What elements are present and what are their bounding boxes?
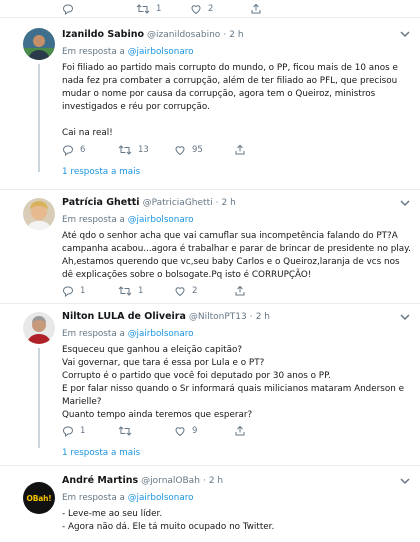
tweet[interactable]: Izanildo Sabino @izanildosabino · 2 h Em… [0, 18, 420, 190]
chevron-down-icon[interactable] [400, 30, 410, 38]
author-name[interactable]: Patrícia Ghetti [62, 197, 140, 208]
author-handle[interactable]: @jornalOBah [141, 476, 200, 486]
chevron-down-icon[interactable] [400, 199, 410, 207]
mention-link[interactable]: @jairbolsonaro [128, 329, 194, 339]
reply-count: 1 [80, 426, 86, 436]
retweet-button[interactable]: 13 [118, 143, 149, 157]
share-button[interactable] [234, 424, 246, 438]
reply-context: Em resposta a @jairbolsonaro [62, 492, 412, 504]
reply-count: 6 [80, 145, 86, 155]
timestamp[interactable]: 2 h [229, 30, 243, 40]
retweet-count: 13 [138, 145, 149, 155]
chevron-down-icon[interactable] [400, 313, 410, 321]
tweet[interactable]: Nilton LULA de Oliveira @NiltonPT13 · 2 … [0, 304, 420, 466]
tweet-header: André Martins @jornalOBah · 2 h [62, 475, 224, 486]
mention-link[interactable]: @jairbolsonaro [128, 215, 194, 225]
tweet-text: Foi filiado ao partido mais corrupto do … [62, 63, 398, 139]
share-icon [235, 425, 245, 436]
tweet-text: Até qdo o senhor acha que vai camuflar s… [62, 231, 411, 281]
like-button[interactable]: 95 [174, 143, 203, 157]
like-count: 9 [192, 426, 198, 436]
retweet-icon [136, 4, 150, 14]
share-button[interactable] [234, 143, 246, 157]
reply-button[interactable] [62, 2, 74, 16]
retweet-button[interactable] [118, 424, 138, 438]
timestamp[interactable]: 2 h [256, 312, 270, 322]
author-handle[interactable]: @izanildosabino [147, 30, 220, 40]
retweet-button[interactable]: 1 [136, 2, 161, 16]
heart-icon [191, 5, 201, 15]
tweet-actions: 1 1 2 [62, 284, 282, 298]
heart-icon [175, 427, 185, 437]
avatar-logo-text: OBah! [26, 493, 52, 503]
tweet[interactable]: OBah! André Martins @jornalOBah · 2 h Em… [0, 466, 420, 542]
author-name[interactable]: Izanildo Sabino [62, 29, 144, 40]
reply-count: 1 [80, 286, 86, 296]
reply-button[interactable]: 1 [62, 284, 85, 298]
more-replies-link[interactable]: 1 resposta a mais [62, 167, 140, 177]
timestamp[interactable]: 2 h [209, 476, 223, 486]
avatar[interactable] [23, 28, 55, 60]
tweet-actions: 6 13 95 [62, 143, 282, 157]
previous-tweet-actions: 1 2 [62, 2, 282, 16]
avatar[interactable] [23, 312, 55, 344]
reply-context: Em resposta a @jairbolsonaro [62, 46, 412, 58]
like-button[interactable]: 9 [174, 424, 197, 438]
retweet-icon [118, 426, 132, 436]
more-replies-link[interactable]: 1 resposta a mais [62, 448, 140, 458]
share-icon [251, 3, 261, 14]
reply-prefix: Em resposta a [62, 47, 125, 57]
reply-button[interactable]: 1 [62, 424, 85, 438]
author-handle[interactable]: @PatriciaGhetti [143, 198, 213, 208]
reply-button[interactable]: 6 [62, 143, 85, 157]
chevron-down-icon[interactable] [400, 477, 410, 485]
tweet-text: - Leve-me ao seu líder. - Agora não dá. … [62, 509, 275, 533]
avatar[interactable]: OBah! [23, 482, 55, 514]
share-icon [235, 144, 245, 155]
tweet-header: Patrícia Ghetti @PatriciaGhetti · 2 h [62, 197, 236, 208]
reply-context: Em resposta a @jairbolsonaro [62, 328, 412, 340]
share-icon [235, 285, 245, 296]
like-count: 95 [192, 145, 203, 155]
like-button[interactable]: 2 [190, 2, 213, 16]
mention-link[interactable]: @jairbolsonaro [128, 493, 194, 503]
like-count: 2 [208, 4, 214, 14]
avatar[interactable] [23, 198, 55, 230]
tweet-header: Nilton LULA de Oliveira @NiltonPT13 · 2 … [62, 311, 270, 322]
retweet-icon [118, 145, 132, 155]
like-button[interactable]: 2 [174, 284, 197, 298]
reply-icon [62, 426, 74, 437]
reply-icon [62, 286, 74, 297]
share-button[interactable] [234, 284, 246, 298]
timestamp[interactable]: 2 h [222, 198, 236, 208]
mention-link[interactable]: @jairbolsonaro [128, 47, 194, 57]
retweet-count: 1 [156, 4, 162, 14]
reply-context: Em resposta a @jairbolsonaro [62, 214, 412, 226]
tweet-header: Izanildo Sabino @izanildosabino · 2 h [62, 29, 244, 40]
heart-icon [175, 287, 185, 297]
tweet[interactable]: Patrícia Ghetti @PatriciaGhetti · 2 h Em… [0, 190, 420, 304]
thread-line [38, 64, 40, 172]
author-handle[interactable]: @NiltonPT13 [189, 312, 247, 322]
author-name[interactable]: André Martins [62, 475, 138, 486]
reply-prefix: Em resposta a [62, 215, 125, 225]
tweet-actions: 1 9 [62, 424, 282, 438]
thread-line [38, 348, 40, 448]
share-button[interactable] [250, 2, 262, 16]
reply-prefix: Em resposta a [62, 493, 125, 503]
author-name[interactable]: Nilton LULA de Oliveira [62, 311, 186, 322]
reply-prefix: Em resposta a [62, 329, 125, 339]
retweet-button[interactable]: 1 [118, 284, 143, 298]
retweet-icon [118, 286, 132, 296]
retweet-count: 1 [138, 286, 144, 296]
reply-icon [62, 4, 74, 15]
heart-icon [175, 146, 185, 156]
tweet-text: Esqueceu que ganhou a eleição capitão? V… [62, 345, 405, 421]
like-count: 2 [192, 286, 198, 296]
reply-icon [62, 145, 74, 156]
